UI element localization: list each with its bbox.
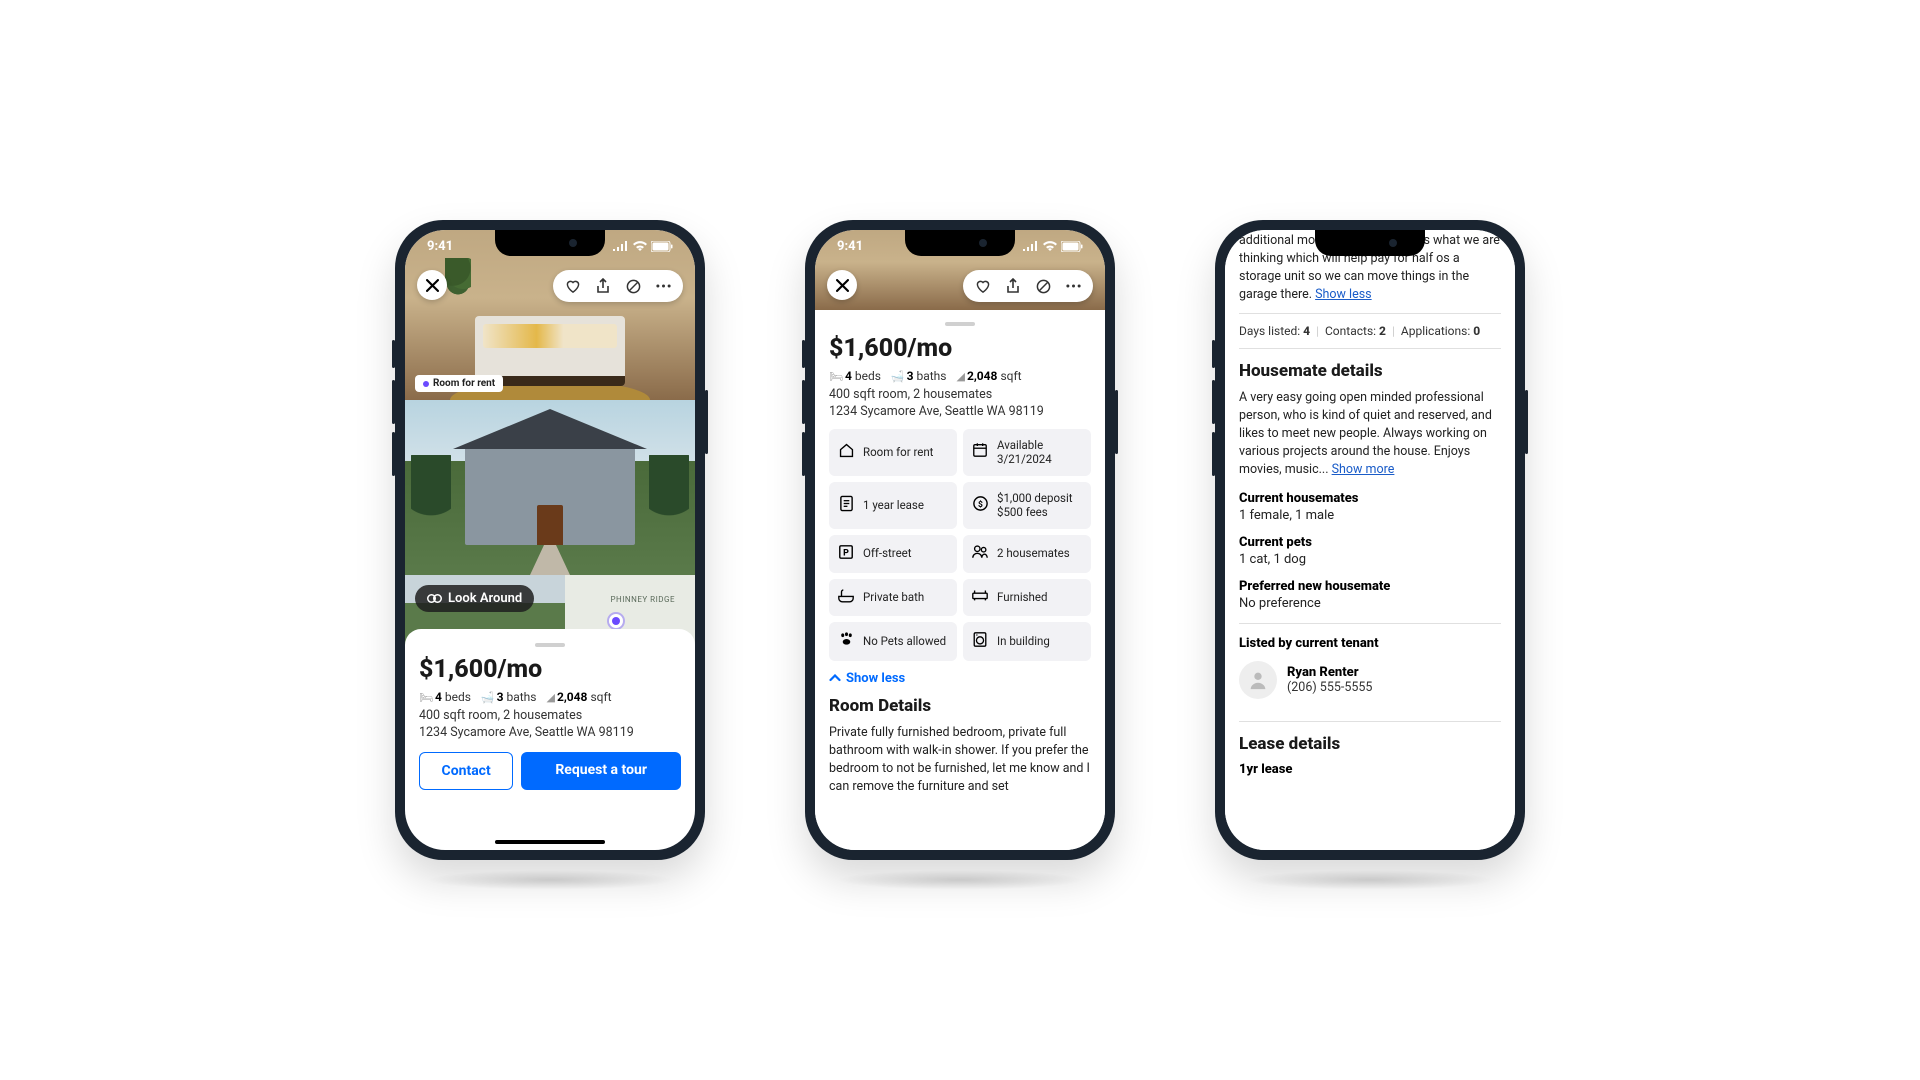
exterior-photo[interactable] — [405, 400, 695, 575]
room-details-body: Private fully furnished bedroom, private… — [829, 724, 1091, 797]
chip-housemates: 2 housemates — [963, 535, 1091, 573]
chevron-up-icon — [829, 674, 841, 682]
map-pin-icon — [612, 617, 620, 625]
request-tour-button[interactable]: Request a tour — [521, 752, 681, 790]
furnished-icon — [971, 588, 989, 606]
people-icon — [971, 544, 989, 563]
chip-private-bath: Private bath — [829, 579, 957, 616]
sqft-icon: ◢ — [546, 691, 554, 704]
svg-text:P: P — [843, 548, 849, 558]
document-icon — [837, 495, 855, 516]
listed-by-heading: Listed by current tenant — [1239, 636, 1501, 651]
chip-parking: P Off-street — [829, 535, 957, 573]
calendar-icon — [971, 442, 989, 462]
paw-icon — [837, 631, 855, 651]
contact-button[interactable]: Contact — [419, 752, 513, 790]
bath-icon: 🛁 — [481, 691, 495, 704]
parking-icon: P — [837, 544, 855, 564]
sheet-handle[interactable] — [945, 322, 975, 326]
price: $1,600/mo — [829, 334, 1091, 363]
look-around-button[interactable]: Look Around — [415, 585, 534, 612]
more-button[interactable] — [649, 274, 677, 298]
preferred-housemate-label: Preferred new housemate — [1239, 579, 1501, 594]
close-button[interactable] — [827, 270, 857, 300]
details-sheet: $1,600/mo 🛏4 beds 🛁3 baths ◢2,048 sqft 4… — [815, 310, 1105, 850]
action-pill — [963, 270, 1093, 302]
sqft-icon: ◢ — [956, 370, 964, 383]
status-icons — [613, 241, 673, 252]
chip-lease-term: 1 year lease — [829, 482, 957, 529]
summary-sheet: $1,600/mo 🛏4 beds 🛁3 baths ◢2,048 sqft 4… — [405, 629, 695, 800]
lister-name: Ryan Renter — [1287, 665, 1372, 680]
chip-deposit: $ $1,000 deposit$500 fees — [963, 482, 1091, 529]
housemate-details-body: A very easy going open minded profession… — [1239, 389, 1501, 480]
map-area-label: PHINNEY RIDGE — [610, 595, 675, 604]
close-button[interactable] — [417, 270, 447, 300]
preferred-housemate-value: No preference — [1239, 596, 1501, 611]
facts-row: 🛏4 beds 🛁3 baths ◢2,048 sqft — [419, 690, 681, 704]
share-button[interactable] — [999, 274, 1027, 298]
chip-room-for-rent: Room for rent — [829, 429, 957, 476]
lease-details-heading: Lease details — [1239, 734, 1501, 754]
avatar — [1239, 661, 1277, 699]
hide-button[interactable] — [1029, 274, 1057, 298]
svg-text:$: $ — [978, 498, 983, 509]
lease-term-line: 1yr lease — [1239, 762, 1501, 777]
chip-available: Available3/21/2024 — [963, 429, 1091, 476]
bath-icon: 🛁 — [891, 370, 905, 383]
current-housemates-label: Current housemates — [1239, 491, 1501, 506]
share-button[interactable] — [589, 274, 617, 298]
dollar-icon: $ — [971, 495, 989, 516]
show-more-link[interactable]: Show more — [1332, 462, 1395, 477]
current-housemates-value: 1 female, 1 male — [1239, 508, 1501, 523]
house-icon — [837, 442, 855, 463]
price: $1,600/mo — [419, 655, 681, 684]
sheet-handle[interactable] — [535, 643, 565, 647]
current-pets-label: Current pets — [1239, 535, 1501, 550]
bed-icon: 🛏 — [829, 370, 843, 383]
bed-icon: 🛏 — [419, 691, 433, 704]
facts-row: 🛏4 beds 🛁3 baths ◢2,048 sqft — [829, 369, 1091, 383]
more-button[interactable] — [1059, 274, 1087, 298]
feature-chips: Room for rent Available3/21/2024 1 year … — [829, 429, 1091, 661]
bathtub-icon — [837, 588, 855, 607]
current-pets-value: 1 cat, 1 dog — [1239, 552, 1501, 567]
favorite-button[interactable] — [559, 274, 587, 298]
chip-no-pets: No Pets allowed — [829, 622, 957, 661]
room-details-heading: Room Details — [829, 696, 1091, 716]
address: 1234 Sycamore Ave, Seattle WA 98119 — [419, 725, 681, 740]
status-time: 9:41 — [427, 239, 453, 254]
housemate-details-heading: Housemate details — [1239, 361, 1501, 381]
status-icons — [1023, 241, 1083, 252]
laundry-icon — [971, 631, 989, 652]
lister-phone[interactable]: (206) 555-5555 — [1287, 680, 1372, 695]
room-summary: 400 sqft room, 2 housemates — [829, 387, 1091, 402]
show-less-link[interactable]: Show less — [1315, 287, 1372, 302]
lister-card[interactable]: Ryan Renter (206) 555-5555 — [1239, 651, 1501, 709]
hide-button[interactable] — [619, 274, 647, 298]
room-summary: 400 sqft room, 2 housemates — [419, 708, 681, 723]
room-for-rent-badge: Room for rent — [415, 375, 503, 392]
address: 1234 Sycamore Ave, Seattle WA 98119 — [829, 404, 1091, 419]
home-indicator[interactable] — [495, 840, 605, 844]
action-pill — [553, 270, 683, 302]
favorite-button[interactable] — [969, 274, 997, 298]
chip-furnished: Furnished — [963, 579, 1091, 616]
chip-laundry: In building — [963, 622, 1091, 661]
details-sheet-continued: additional money. $150 a month is what w… — [1225, 230, 1515, 850]
show-less-toggle[interactable]: Show less — [829, 671, 1091, 686]
status-time: 9:41 — [837, 239, 863, 254]
listing-meta-row: Days listed: 4 | Contacts: 2 | Applicati… — [1239, 313, 1501, 349]
